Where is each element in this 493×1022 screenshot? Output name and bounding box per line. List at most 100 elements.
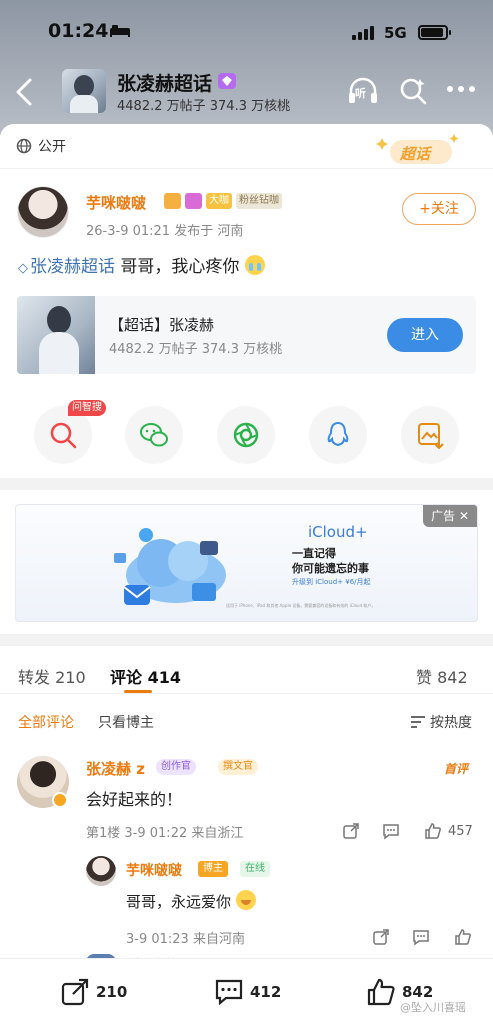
topic-card-title: 【超话】张凌赫 [109, 316, 215, 334]
post-body: 哥哥，我心疼你 [115, 257, 240, 277]
status-bar: 01:24 5G [0, 0, 493, 64]
ad-fine-print: 适用于 iPhone、iPad 和其他 Apple 设备。需要兼容的设备和有效的… [226, 603, 376, 608]
sort-icon [411, 716, 425, 728]
topic-card-stats: 4482.2 万帖子 374.3 万核桃 [109, 342, 283, 357]
first-comment-tag: 首评 [444, 762, 469, 776]
ad-label-text: 广告 [431, 509, 456, 523]
save-image-icon [418, 423, 444, 450]
topic-stats: 4482.2 万帖子 374.3 万核桃 [117, 99, 291, 114]
crying-emoji-icon [244, 255, 265, 275]
listen-label: 听 [355, 87, 366, 100]
visibility-label: 公开 [38, 139, 66, 155]
filter-host-only[interactable]: 只看博主 [98, 712, 154, 732]
tab-repost[interactable]: 转发 210 [18, 664, 86, 688]
post-card: 公开 超话 芋咪啵啵 大咖 粉丝钻咖 26-3-9 01:21 发布于 河南 +… [0, 124, 493, 478]
reply-reply-icon[interactable] [412, 928, 430, 946]
share-moments-button[interactable] [217, 406, 275, 464]
reply-author[interactable]: 芋咪啵啵 [126, 860, 182, 880]
globe-icon [16, 138, 32, 154]
enter-button[interactable]: 进入 [387, 318, 463, 352]
tag-dahao: 大咖 [206, 193, 232, 209]
ad-headline-2: 你可能遗忘的事 [292, 562, 369, 575]
like-comment-icon[interactable] [424, 822, 442, 840]
like-reply-icon[interactable] [454, 928, 472, 946]
qq-icon [327, 421, 349, 447]
comment-like-count: 457 [448, 824, 473, 839]
reply-thread: 芋咪啵啵 博主 在线 哥哥，永远爱你 3-9 01:23 来自河南 浏风宝的铛 [70, 852, 493, 962]
tab-comment[interactable]: 评论 414 [110, 664, 181, 688]
topic-card[interactable]: 【超话】张凌赫 4482.2 万帖子 374.3 万核桃 进入 [17, 296, 476, 374]
comment-filter-row: 全部评论 只看博主 按热度 [0, 706, 493, 732]
topic-link[interactable]: 张凌赫超话 [18, 257, 115, 277]
chaohua-stamp-label: 超话 [400, 145, 431, 163]
post-meta: 26-3-9 01:21 发布于 河南 [86, 224, 244, 239]
battery-icon [418, 25, 451, 40]
ad-cta: 升级到 iCloud+ ¥6/月起 [292, 578, 371, 586]
share-row: 问智搜 [0, 400, 493, 464]
cellular-signal-icon [352, 26, 374, 40]
icloud-illustration [114, 528, 226, 605]
tag-creator: 创作官 [156, 759, 196, 775]
share-qq-button[interactable] [309, 406, 367, 464]
comments-section: 转发 210 评论 414 赞 842 全部评论 只看博主 按热度 张凌赫 z … [0, 646, 493, 962]
repost-icon [61, 978, 89, 1006]
topic-title[interactable]: 张凌赫超话 [117, 69, 212, 96]
ai-search-icon [50, 422, 77, 449]
topic-card-thumbnail [17, 296, 95, 374]
filter-all-comments[interactable]: 全部评论 [18, 712, 74, 732]
reply-text: 哥哥，永远爱你 [126, 890, 256, 912]
active-tab-indicator [124, 690, 152, 693]
post-text: 张凌赫超话 哥哥，我心疼你 [18, 252, 265, 277]
wechat-icon [140, 423, 168, 447]
chaohua-stamp: 超话 [376, 130, 462, 168]
follow-button[interactable]: +关注 [402, 193, 476, 225]
interaction-tabs: 转发 210 评论 414 赞 842 [0, 646, 493, 694]
comment-icon [215, 979, 243, 1006]
comment-text: 会好起来的！ [86, 790, 183, 809]
tag-writer: 撰文官 [218, 759, 258, 775]
reply-avatar[interactable] [86, 856, 116, 886]
ad-banner[interactable]: iCloud+ 一直记得 你可能遗忘的事 升级到 iCloud+ ¥6/月起 适… [15, 504, 478, 622]
comment-meta: 第1楼 3-9 01:22 来自浙江 [86, 826, 244, 841]
sort-button[interactable]: 按热度 [410, 712, 472, 732]
listen-button[interactable]: 听 [346, 75, 380, 107]
bottom-action-bar: 210 412 842 @坠入川喜瑶 [0, 958, 493, 1022]
network-type: 5G [384, 24, 407, 42]
ad-headline-1: 一直记得 [292, 547, 336, 560]
author-avatar[interactable] [17, 186, 69, 238]
diamond-badge-icon [218, 73, 236, 89]
thumbs-up-icon [367, 978, 395, 1006]
save-image-button[interactable] [401, 406, 459, 464]
moments-icon [233, 422, 259, 448]
ad-close-label[interactable]: 广告 ✕ [423, 505, 477, 527]
sleep-focus-icon [110, 25, 130, 37]
status-time: 01:24 [48, 20, 109, 42]
commenter-name[interactable]: 张凌赫 z [86, 758, 145, 779]
more-options-icon[interactable] [446, 82, 476, 96]
author-name[interactable]: 芋咪啵啵 [86, 192, 146, 213]
tag-online: 在线 [240, 861, 270, 877]
share-wechat-button[interactable] [125, 406, 183, 464]
smiling-emoji-icon [235, 890, 256, 910]
reply-meta: 3-9 01:23 来自河南 [126, 932, 245, 947]
reply-comment-icon[interactable] [382, 822, 400, 840]
divider [0, 168, 493, 169]
ad-title: iCloud+ [308, 523, 368, 541]
back-arrow-icon[interactable] [10, 74, 40, 110]
ad-section: iCloud+ 一直记得 你可能遗忘的事 升级到 iCloud+ ¥6/月起 适… [0, 490, 493, 634]
share-reply-icon[interactable] [372, 928, 390, 946]
topic-avatar[interactable] [62, 69, 106, 113]
sort-label: 按热度 [430, 715, 472, 731]
tag-fan-level: 粉丝钻咖 [236, 193, 282, 209]
tag-host: 博主 [198, 861, 228, 877]
member-badge-icon [185, 193, 202, 209]
repost-count: 210 [96, 983, 128, 1001]
tab-like[interactable]: 赞 842 [416, 664, 468, 688]
share-comment-icon[interactable] [342, 822, 360, 840]
watermark: @坠入川喜瑶 [400, 1001, 466, 1014]
ai-search-tag: 问智搜 [68, 400, 106, 416]
topic-header: 张凌赫超话 4482.2 万帖子 374.3 万核桃 听 [0, 64, 493, 120]
level-badge-icon [164, 193, 181, 209]
verified-badge-icon [52, 792, 68, 808]
search-icon[interactable] [398, 76, 428, 106]
